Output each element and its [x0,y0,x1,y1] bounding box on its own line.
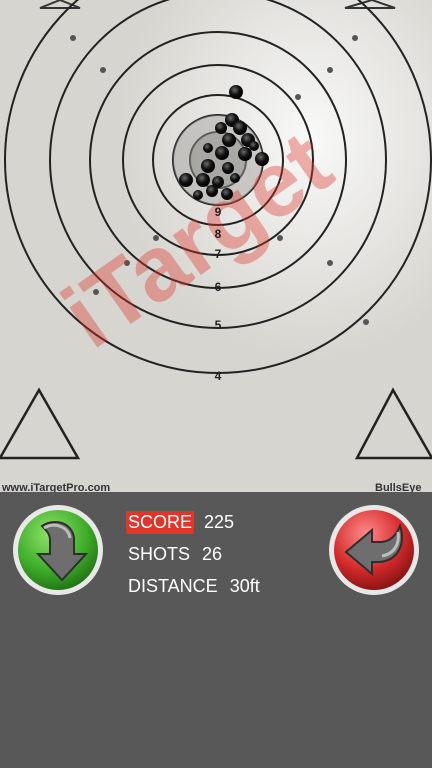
brand-footer: BullsEye [375,482,422,492]
bullet-hole [193,190,203,200]
reload-button[interactable] [12,504,104,596]
shots-value: 26 [202,543,223,564]
ring-number-4: 4 [215,369,222,383]
back-button[interactable] [328,504,420,596]
ring-number-7: 7 [215,247,222,261]
bullet-hole [222,162,234,174]
bullet-hole [249,141,259,151]
distance-label: DISTANCE [128,575,218,596]
bullet-hole [229,85,243,99]
ring-number-6: 6 [215,280,222,294]
bullet-hole [233,121,247,135]
distance-value: 30ft [229,575,260,596]
shots-label: SHOTS [128,543,191,564]
bullet-hole [238,147,252,161]
bullet-hole [206,185,218,197]
score-value: 225 [204,511,235,532]
bullet-hole [222,133,236,147]
bullet-hole [215,122,227,134]
target-photo: iTarget 9 8 7 6 5 4 www.iTargetPro.com B… [0,0,432,492]
bullet-hole [179,173,193,187]
bullet-hole [203,143,213,153]
score-row: SCORE 225 [126,510,234,534]
back-arrow-icon [329,505,419,595]
down-arrow-icon [13,505,103,595]
bullet-hole [196,173,210,187]
website-footer: www.iTargetPro.com [2,482,111,492]
distance-row: DISTANCE 30ft [126,574,260,598]
control-panel: SCORE 225 SHOTS 26 DISTANCE 30ft [0,492,432,768]
bullet-hole [201,159,215,173]
target-image: iTarget 9 8 7 6 5 4 [0,0,432,492]
bullet-hole [255,152,269,166]
bullet-hole [221,188,233,200]
bullet-hole [215,146,229,160]
shots-row: SHOTS 26 [126,542,222,566]
score-label: SCORE [126,510,195,534]
ring-number-8: 8 [215,227,222,241]
ring-number-9: 9 [215,205,222,219]
bullet-hole [230,173,240,183]
ring-number-5: 5 [215,318,222,332]
